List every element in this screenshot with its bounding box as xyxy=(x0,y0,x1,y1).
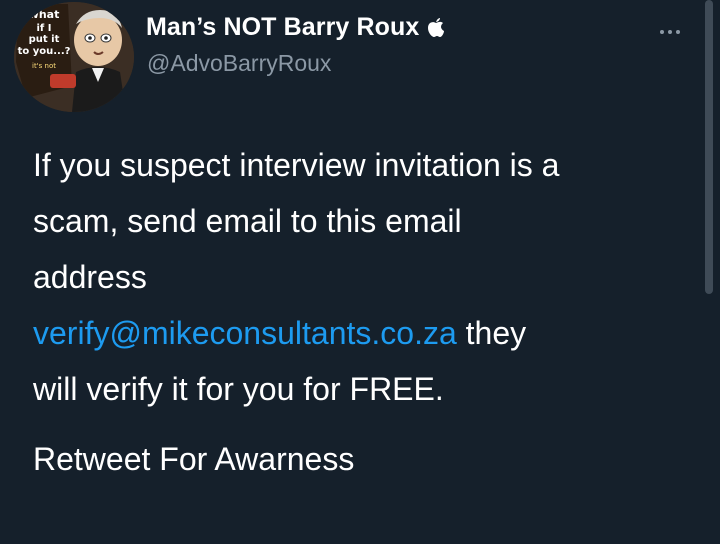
avatar-image: what if I put it to you...? it's not xyxy=(14,2,134,112)
avatar-caption-4: to you...? xyxy=(18,46,71,57)
more-horizontal-icon-dot xyxy=(668,30,672,34)
email-link[interactable]: verify@mikeconsultants.co.za xyxy=(33,315,457,351)
tweet-line-2: scam, send email to this email xyxy=(33,203,462,239)
tweet-line-1: If you suspect interview invitation is a xyxy=(33,147,560,183)
avatar-caption-3: put it xyxy=(29,34,60,45)
tweet-call-to-action: Retweet For Awarness xyxy=(33,441,355,477)
more-horizontal-icon xyxy=(660,30,664,34)
tweet-line-4: verify@mikeconsultants.co.za they xyxy=(33,305,703,361)
author-name-row[interactable]: Man’s NOT Barry Roux xyxy=(146,13,445,42)
avatar-caption-2: if I xyxy=(37,23,52,34)
avatar-caption-5: it's not xyxy=(32,62,56,70)
more-horizontal-icon-dot xyxy=(676,30,680,34)
author-display-name[interactable]: Man’s NOT Barry Roux xyxy=(146,13,419,42)
tweet-line-5: will verify it for you for FREE. xyxy=(33,371,444,407)
apple-icon xyxy=(427,16,445,38)
avatar-caption-1: what xyxy=(29,8,60,21)
author-handle[interactable]: @AdvoBarryRoux xyxy=(147,50,331,77)
avatar[interactable]: what if I put it to you...? it's not xyxy=(14,2,134,112)
tweet-card: what if I put it to you...? it's not Man… xyxy=(0,0,720,544)
tweet-line-3: address xyxy=(33,259,147,295)
scrollbar-thumb[interactable] xyxy=(705,0,713,294)
tweet-line-4-tail: they xyxy=(465,315,527,351)
tweet-text: If you suspect interview invitation is a… xyxy=(33,137,703,487)
more-options-button[interactable] xyxy=(650,22,690,42)
